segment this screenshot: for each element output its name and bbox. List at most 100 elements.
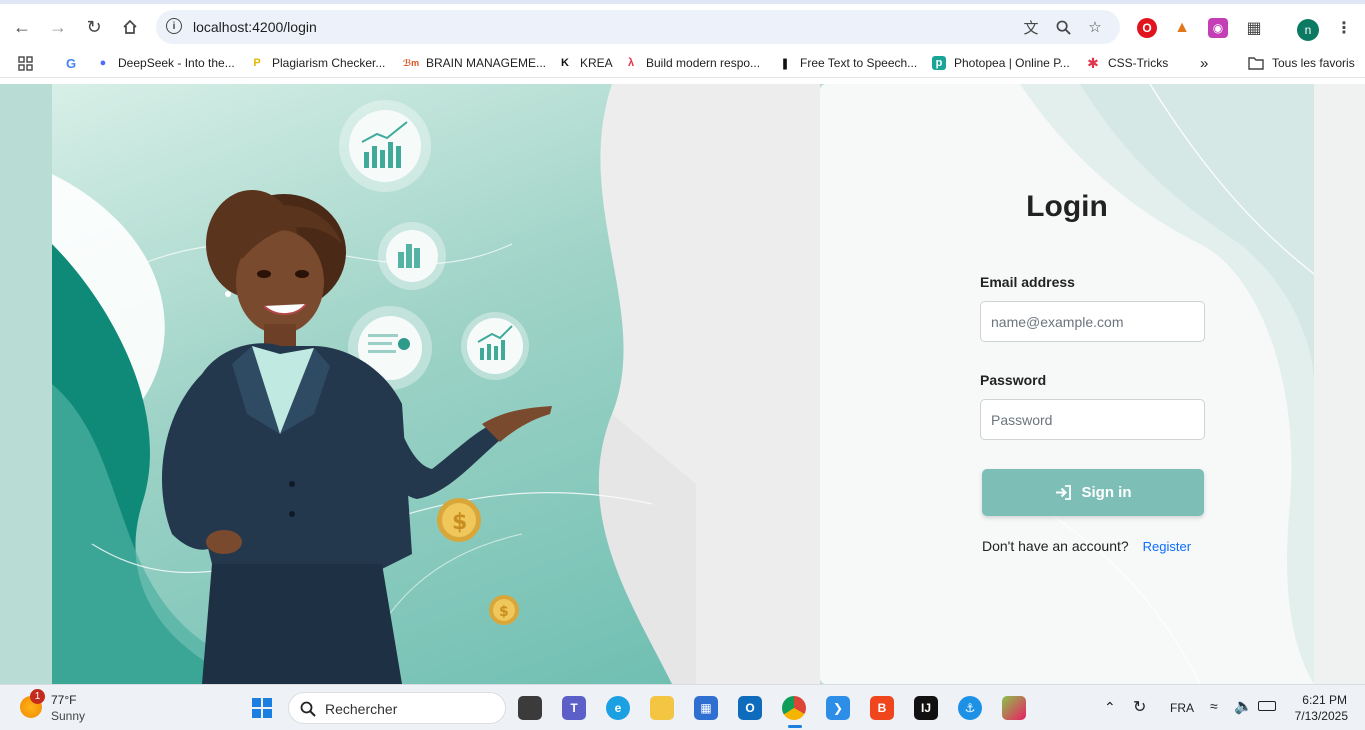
profile-avatar[interactable]: n [1297,19,1319,41]
brave-icon[interactable]: B [870,696,894,720]
page-content: $ $ Login Email address name@example.com… [0,84,1365,684]
apps-grid-icon [18,55,33,71]
bookmarks-overflow-button[interactable]: » [1200,54,1209,72]
site-info-icon[interactable]: i [166,18,182,34]
bookmarks-bar: G ● DeepSeek - Into the... P Plagiarism … [0,48,1365,78]
back-button[interactable]: ← [8,13,36,41]
svg-text:$: $ [499,604,509,620]
address-bar[interactable]: i localhost:4200/login 文 ☆ [156,10,1120,44]
chevron-up-icon[interactable]: ⌃ [1104,699,1116,716]
opera-extension-icon[interactable]: O [1137,18,1157,38]
css-tricks-icon: ✱ [1087,54,1099,71]
search-placeholder: Rechercher [325,701,398,717]
weather-badge: 1 [30,689,45,704]
bookmark-krea[interactable]: K KREA [558,55,613,71]
bookmark-css-tricks[interactable]: ✱ CSS-Tricks [1086,55,1168,71]
chart-bubble-2 [378,222,446,290]
bookmark-photopea[interactable]: p Photopea | Online P... [932,55,1070,71]
file-explorer-icon[interactable] [650,696,674,720]
card-background-waves [1020,84,1314,684]
forward-button[interactable]: → [44,13,72,41]
windows-start-button[interactable] [250,696,274,720]
windows-logo-icon [252,698,272,718]
illustration-art: $ $ [52,84,696,684]
password-field[interactable] [980,399,1205,440]
zoom-icon[interactable] [1054,18,1072,36]
weather-description[interactable]: Sunny [51,709,85,723]
coin-large: $ [437,498,481,542]
sign-in-icon [1055,485,1071,500]
svg-text:$: $ [452,510,467,535]
krea-icon: K [561,57,569,69]
bookmark-deepseek[interactable]: ● DeepSeek - Into the... [96,55,235,71]
all-bookmarks-folder[interactable]: Tous les favoris [1248,55,1355,71]
tts-icon: ❚ [780,57,790,70]
translate-icon[interactable]: 文 [1022,18,1040,37]
bookmark-plagiarism[interactable]: P Plagiarism Checker... [250,55,385,71]
reload-button[interactable]: ↻ [80,13,108,41]
metamask-extension-icon[interactable]: ▲ [1172,18,1192,38]
image-extension-icon[interactable]: ◉ [1208,18,1228,38]
bookmark-star-icon[interactable]: ☆ [1086,18,1104,36]
browser-toolbar: ← → ↻ i localhost:4200/login 文 ☆ O ▲ ◉ ▦… [0,0,1365,48]
register-link[interactable]: Register [1143,539,1191,554]
login-card: Login Email address Password Sign in Don… [820,84,1314,684]
url-text[interactable]: localhost:4200/login [193,19,317,35]
sign-in-label: Sign in [1081,484,1132,501]
intellij-icon[interactable]: IJ [914,696,938,720]
battery-icon[interactable] [1258,701,1276,711]
apps-grid-button[interactable] [18,55,33,71]
password-label: Password [980,372,1047,388]
login-title: Login [1026,190,1108,223]
google-icon: G [65,55,77,71]
more-menu-icon[interactable]: ⋮ [1334,18,1354,38]
reload-icon: ↻ [86,16,102,37]
photopea-icon: p [932,56,946,70]
chart-bubble-1 [339,100,431,192]
no-account-text: Don't have an account? [982,538,1129,554]
wifi-icon[interactable]: ≈ [1210,698,1218,714]
clock-date[interactable]: 7/13/2025 [1295,709,1348,723]
vscode-icon[interactable]: ❯ [826,696,850,720]
arrow-right-icon: → [49,16,67,37]
sync-icon[interactable]: ↻ [1133,697,1146,717]
bookmark-build[interactable]: λ Build modern respo... [624,55,760,71]
active-app-indicator [788,725,802,728]
chrome-icon[interactable] [782,696,806,720]
task-view-icon[interactable] [518,696,542,720]
email-field[interactable] [980,301,1205,342]
language-indicator[interactable]: FRA [1170,701,1194,715]
bookmark-google[interactable]: G [64,55,86,71]
home-button[interactable] [116,13,144,41]
taskbar-search[interactable]: Rechercher [288,692,506,724]
build-icon: λ [627,57,635,69]
weather-temperature[interactable]: 77°F [51,693,76,707]
deepseek-icon: ● [99,57,107,69]
volume-icon[interactable]: 🔈 [1234,697,1253,715]
bookmark-brain[interactable]: ℬm BRAIN MANAGEME... [402,55,546,71]
arrow-left-icon: ← [13,16,31,37]
bookmark-tts[interactable]: ❚ Free Text to Speech... [778,55,917,71]
store-icon[interactable]: ▦ [694,696,718,720]
brain-icon: ℬm [402,57,420,68]
plagiarism-icon: P [253,57,261,69]
double-chevron-right-icon: » [1200,54,1209,72]
extensions-puzzle-icon[interactable]: ▦ [1244,18,1264,38]
register-row: Don't have an account? Register [982,538,1191,554]
coin-small: $ [489,595,519,625]
docker-icon[interactable]: ⚓ [958,696,982,720]
email-label: Email address [980,274,1075,290]
outlook-icon[interactable]: O [738,696,762,720]
sign-in-button[interactable]: Sign in [982,469,1204,516]
edge-icon[interactable]: e [606,696,630,720]
folder-icon [1248,57,1264,70]
colorful-app-icon[interactable] [1002,696,1026,720]
home-icon [123,19,137,34]
page-right-margin [1314,84,1365,684]
chart-bubble-3 [461,312,529,380]
hero-illustration: $ $ [52,84,696,684]
search-icon [300,701,316,717]
teams-icon[interactable]: T [562,696,586,720]
windows-taskbar: 1 77°F Sunny Rechercher T e ▦ O ❯ B IJ ⚓… [0,684,1365,730]
clock-time[interactable]: 6:21 PM [1302,693,1347,707]
